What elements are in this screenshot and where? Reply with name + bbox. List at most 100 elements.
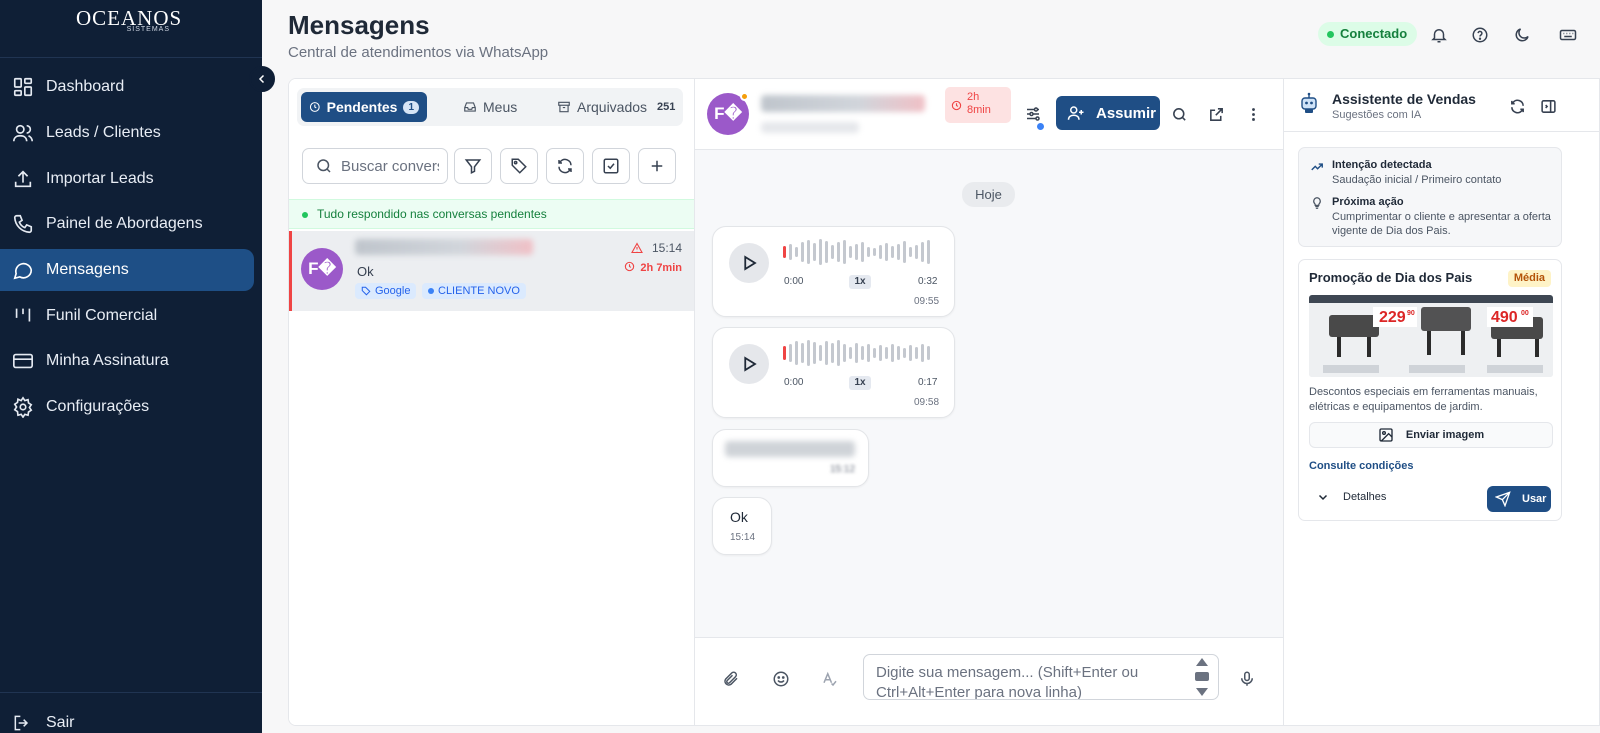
playback-speed-button[interactable]: 1x	[849, 275, 871, 289]
waveform-bar	[807, 240, 810, 264]
refresh-button[interactable]	[546, 148, 584, 184]
sidebar-divider	[0, 57, 262, 58]
waveform-bar	[891, 344, 894, 362]
waveform-bar	[885, 243, 888, 261]
waveform-bar	[909, 345, 912, 361]
assume-conversation-button[interactable]: Assumir	[1056, 96, 1160, 130]
notifications-button[interactable]	[1428, 24, 1450, 46]
send-image-button[interactable]: Enviar imagem	[1309, 422, 1553, 448]
help-button[interactable]	[1469, 24, 1491, 46]
use-suggestion-button[interactable]: Usar	[1487, 486, 1551, 512]
select-mode-button[interactable]	[592, 148, 630, 184]
clock-icon	[625, 261, 635, 272]
chat-options-button[interactable]	[1022, 103, 1044, 130]
contact-name-blurred	[355, 239, 533, 255]
keyboard-shortcuts-button[interactable]	[1557, 24, 1579, 46]
theme-toggle-button[interactable]	[1511, 24, 1533, 46]
collapse-sidebar-button[interactable]	[249, 66, 275, 92]
audio-waveform[interactable]	[783, 339, 930, 367]
clock-icon	[309, 102, 320, 112]
waveform-bar	[873, 248, 876, 256]
last-message-preview: Ok	[357, 264, 374, 279]
lightbulb-icon	[1313, 197, 1321, 209]
filter-button[interactable]	[454, 148, 492, 184]
chevron-down-icon	[1318, 494, 1328, 501]
chat-contact-phone-blurred	[761, 122, 859, 133]
textarea-resize-control[interactable]	[1195, 658, 1209, 696]
sales-assistant-panel: Assistente de Vendas Sugestões com IA In…	[1283, 79, 1599, 725]
refresh-suggestions-button[interactable]	[1506, 95, 1528, 117]
tag-google[interactable]: Google	[355, 283, 417, 299]
sidebar-item-approaches[interactable]: Painel de Abordagens	[0, 203, 254, 245]
conditions-link[interactable]: Consulte condições	[1309, 460, 1414, 472]
search-input[interactable]	[341, 157, 439, 175]
play-audio-button[interactable]	[729, 344, 769, 384]
promotion-price-2: 490	[1491, 309, 1518, 326]
tab-pending[interactable]: Pendentes 1	[301, 92, 427, 122]
presence-dot	[740, 92, 749, 101]
sidebar-item-leads[interactable]: Leads / Clientes	[0, 112, 254, 154]
sidebar-item-funnel[interactable]: Funil Comercial	[0, 295, 254, 337]
conversation-item[interactable]: F� 15:14 2h 7min Ok Google CLIENTE NOVO	[289, 231, 694, 311]
playback-speed-button[interactable]: 1x	[849, 376, 871, 390]
app-root: OCEANOS SISTEMAS Dashboard Leads / Clien…	[0, 0, 1600, 733]
play-icon	[744, 255, 757, 271]
contact-avatar: F�	[301, 248, 343, 290]
sidebar-item-settings[interactable]: Configurações	[0, 386, 254, 428]
waveform-bar	[795, 341, 798, 365]
sidebar-item-messages[interactable]: Mensagens	[0, 249, 254, 291]
tags-button[interactable]	[500, 148, 538, 184]
tab-archived[interactable]: Arquivados 251	[549, 92, 683, 122]
chat-wait-line2: 8min	[967, 104, 991, 116]
page-title: Mensagens	[288, 10, 430, 40]
audio-waveform[interactable]	[783, 238, 930, 266]
chat-more-button[interactable]	[1242, 103, 1264, 125]
waveform-bar	[927, 240, 930, 264]
chat-bubble-icon	[13, 262, 33, 280]
sidebar-item-dashboard[interactable]: Dashboard	[0, 66, 254, 108]
open-external-button[interactable]	[1205, 103, 1227, 125]
chat-search-button[interactable]	[1168, 103, 1190, 125]
tab-mine[interactable]: Meus	[455, 92, 525, 122]
spellcheck-icon	[823, 671, 837, 687]
waveform-bar	[849, 347, 852, 359]
play-audio-button[interactable]	[729, 243, 769, 283]
text-message: Ok 15:14	[712, 497, 772, 555]
panel-right-icon	[1540, 99, 1556, 113]
logout-button[interactable]: Sair	[0, 703, 254, 733]
conversation-time-text: 15:14	[651, 241, 682, 255]
waveform-bar	[819, 345, 822, 361]
waveform-bar	[819, 239, 822, 265]
sidebar-item-import-leads[interactable]: Importar Leads	[0, 158, 254, 200]
priority-badge: Média	[1507, 270, 1551, 287]
day-separator: Hoje	[962, 182, 1015, 207]
record-audio-button[interactable]	[1236, 668, 1258, 690]
message-input[interactable]	[863, 654, 1219, 700]
details-toggle[interactable]: Detalhes	[1317, 491, 1386, 503]
caret-up-icon	[1196, 658, 1208, 666]
use-label: Usar	[1522, 493, 1547, 505]
collapse-assistant-button[interactable]	[1537, 95, 1559, 117]
sidebar-item-subscription[interactable]: Minha Assinatura	[0, 340, 254, 382]
search-field[interactable]	[302, 148, 448, 184]
sidebar-item-label: Minha Assinatura	[46, 352, 169, 369]
tag-new-client[interactable]: CLIENTE NOVO	[422, 283, 526, 299]
new-conversation-button[interactable]	[638, 148, 676, 184]
external-link-icon	[1209, 107, 1223, 121]
audio-message: 0:00 1x 0:17 09:58	[712, 327, 955, 418]
attach-button[interactable]	[720, 668, 742, 690]
waveform-bar	[867, 247, 870, 257]
waveform-bar	[903, 348, 906, 358]
caret-down-icon	[1196, 688, 1208, 696]
tab-archived-label: Arquivados	[577, 99, 648, 115]
assume-label: Assumir	[1096, 104, 1157, 122]
waveform-bar	[831, 245, 834, 259]
tab-pending-label: Pendentes	[326, 99, 398, 115]
emoji-button[interactable]	[770, 668, 792, 690]
logout-icon	[14, 715, 29, 731]
promotion-image: 229 90 490 00	[1309, 295, 1553, 377]
text-message-blurred: 15:12	[712, 429, 869, 487]
promotion-title: Promoção de Dia dos Pais	[1309, 270, 1473, 285]
notice-text: Tudo respondido nas conversas pendentes	[317, 207, 547, 221]
spellcheck-button[interactable]	[819, 668, 841, 690]
